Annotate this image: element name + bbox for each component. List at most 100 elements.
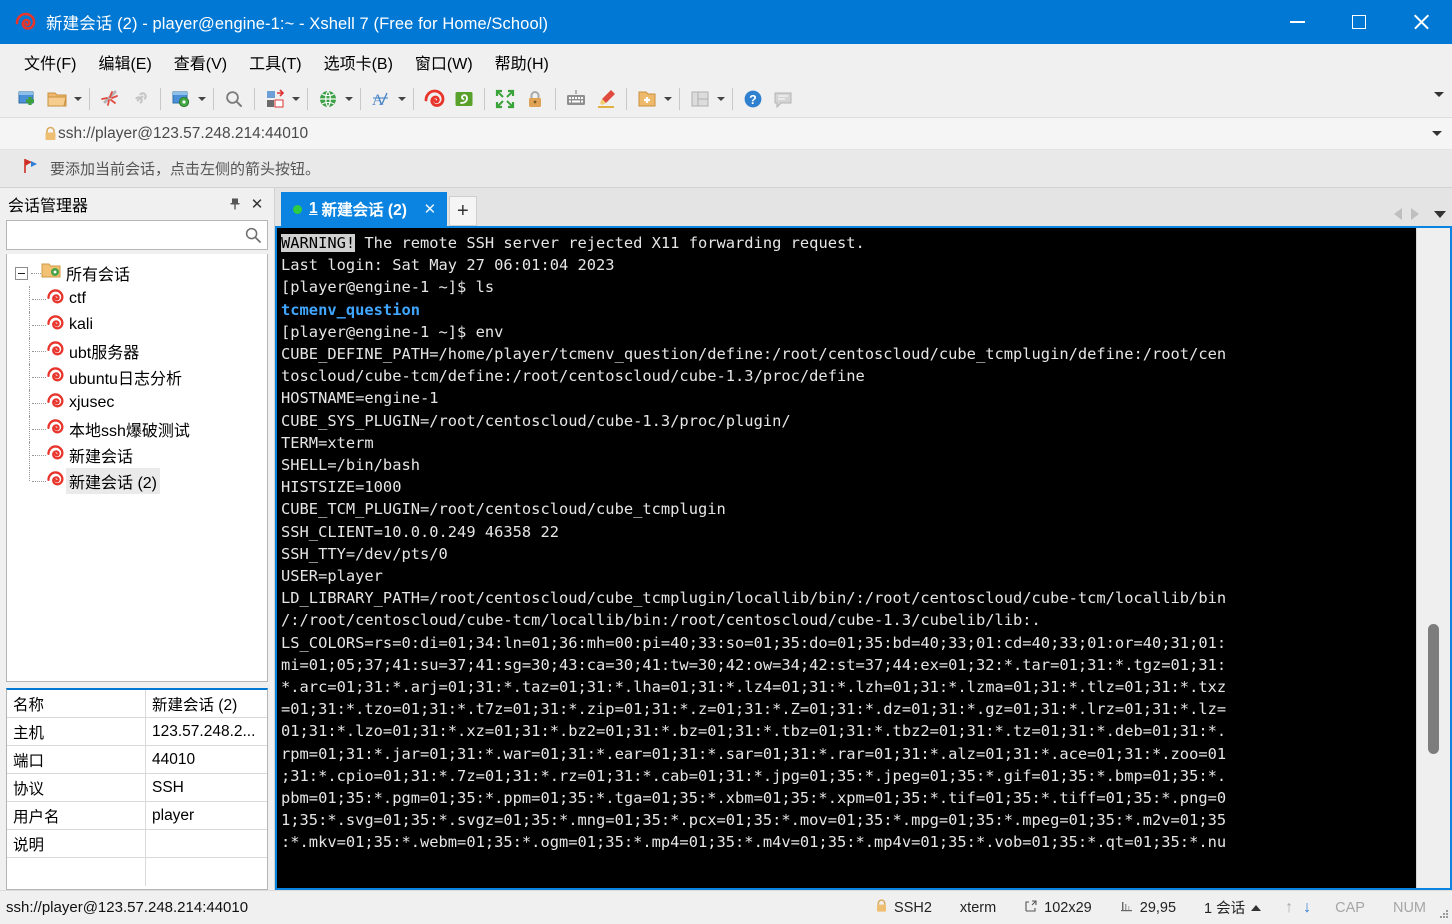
- file-transfer-icon[interactable]: [260, 84, 290, 114]
- fullscreen-icon[interactable]: [490, 84, 520, 114]
- resize-grip-icon[interactable]: [1437, 909, 1449, 921]
- toolbar-separator: [679, 87, 680, 110]
- upload-arrow-icon: ↑: [1285, 898, 1294, 916]
- help-icon[interactable]: ?: [738, 84, 768, 114]
- property-value: 新建会话 (2): [152, 696, 238, 714]
- property-key: 主机: [7, 718, 146, 745]
- tab-list-chevron-down-icon[interactable]: [1434, 210, 1446, 218]
- link-icon[interactable]: [125, 84, 155, 114]
- session-item-local-ssh-brute[interactable]: 本地ssh爆破测试: [7, 416, 267, 442]
- terminal-screen[interactable]: WARNING! The remote SSH server rejected …: [277, 228, 1416, 888]
- font-dropdown-caret[interactable]: [396, 85, 408, 113]
- pin-icon[interactable]: [224, 193, 246, 215]
- terminal-scrollbar[interactable]: [1416, 228, 1450, 888]
- keyboard-icon[interactable]: [561, 84, 591, 114]
- session-properties-dropdown-caret[interactable]: [196, 85, 208, 113]
- download-arrow-icon: ↓: [1303, 898, 1312, 916]
- status-caps-lock: CAP: [1321, 900, 1379, 916]
- folder-icon: [41, 262, 61, 284]
- xshell-window: 新建会话 (2) - player@engine-1:~ - Xshell 7 …: [0, 0, 1452, 924]
- title-bar: 新建会话 (2) - player@engine-1:~ - Xshell 7 …: [0, 0, 1452, 44]
- status-sessions-label: 1 会话: [1204, 901, 1246, 917]
- menu-tab[interactable]: 选项卡(B): [316, 47, 401, 77]
- lock-icon: [875, 898, 888, 917]
- tree-expander-icon[interactable]: [15, 266, 28, 280]
- session-item-new-session[interactable]: 新建会话: [7, 442, 267, 468]
- hint-text: 要添加当前会话，点击左侧的箭头按钮。: [50, 161, 321, 178]
- address-bar[interactable]: ssh://player@123.57.248.214:44010: [0, 118, 1452, 150]
- font-icon[interactable]: A: [366, 84, 396, 114]
- minimize-button[interactable]: [1266, 0, 1328, 44]
- status-caps-label: CAP: [1335, 899, 1365, 916]
- globe-dropdown-caret[interactable]: [343, 85, 355, 113]
- session-item-ubuntu-log[interactable]: ubuntu日志分析: [7, 364, 267, 390]
- maximize-button[interactable]: [1328, 0, 1390, 44]
- search-icon[interactable]: [219, 84, 249, 114]
- add-folder-icon[interactable]: [632, 84, 662, 114]
- search-input[interactable]: [7, 227, 267, 243]
- chat-icon[interactable]: [768, 84, 798, 114]
- tab-close-icon[interactable]: ✕: [421, 200, 439, 218]
- property-key: 说明: [7, 830, 146, 857]
- session-icon: [46, 366, 64, 389]
- table-row: 端口 44010: [7, 746, 267, 774]
- layout-dropdown-caret[interactable]: [715, 85, 727, 113]
- new-tab-button[interactable]: +: [448, 196, 477, 226]
- session-search-box[interactable]: [6, 220, 268, 250]
- add-folder-dropdown-caret[interactable]: [662, 85, 674, 113]
- tab-number: 1: [309, 200, 318, 217]
- open-folder-icon[interactable]: [42, 84, 72, 114]
- tab-new-session-2[interactable]: 1 新建会话 (2) ✕: [281, 192, 447, 226]
- session-icon: [46, 392, 64, 415]
- session-item-xjusec[interactable]: xjusec: [7, 390, 267, 416]
- open-folder-dropdown-caret[interactable]: [72, 85, 84, 113]
- svg-text:?: ?: [749, 93, 757, 107]
- tree-root-all-sessions[interactable]: 所有会话: [7, 260, 267, 286]
- session-properties-icon[interactable]: [166, 84, 196, 114]
- menu-tools[interactable]: 工具(T): [241, 47, 309, 77]
- session-icon: [46, 288, 64, 311]
- menu-file[interactable]: 文件(F): [16, 47, 84, 77]
- terminal-scrollbar-thumb[interactable]: [1428, 624, 1439, 754]
- toolbar-separator: [89, 87, 90, 110]
- xftp-icon[interactable]: [449, 84, 479, 114]
- session-item-ubt[interactable]: ubt服务器: [7, 338, 267, 364]
- chevron-up-icon[interactable]: [1251, 904, 1262, 911]
- body-row: 会话管理器 ✕ 所有会话 ctf kali ubt服务器 ubuntu日志分析 …: [0, 188, 1452, 890]
- highlight-pen-icon[interactable]: [591, 84, 621, 114]
- address-bar-dropdown-caret[interactable]: [1432, 131, 1442, 136]
- status-cursor-label: 29,95: [1139, 899, 1177, 916]
- session-icon: [46, 470, 64, 493]
- session-item-ctf[interactable]: ctf: [7, 286, 267, 312]
- menu-help[interactable]: 帮助(H): [487, 47, 557, 77]
- window-controls: [1266, 0, 1452, 44]
- toolbar-separator: [555, 87, 556, 110]
- file-transfer-dropdown-caret[interactable]: [290, 85, 302, 113]
- toolbar-overflow-caret[interactable]: [1434, 92, 1444, 97]
- new-session-icon[interactable]: [12, 84, 42, 114]
- svg-text:A: A: [372, 92, 384, 109]
- close-panel-icon[interactable]: ✕: [246, 193, 268, 215]
- disconnect-icon[interactable]: [95, 84, 125, 114]
- toolbar-separator: [413, 87, 414, 110]
- globe-icon[interactable]: [313, 84, 343, 114]
- close-button[interactable]: [1390, 0, 1452, 44]
- session-item-label: ubuntu日志分析: [69, 371, 182, 388]
- menu-window[interactable]: 窗口(W): [407, 47, 481, 77]
- xshell-icon[interactable]: [419, 84, 449, 114]
- address-bar-url: ssh://player@123.57.248.214:44010: [58, 124, 309, 142]
- status-sessions[interactable]: 1 会话: [1190, 897, 1275, 918]
- tab-scroll-left-icon[interactable]: [1394, 208, 1402, 220]
- property-key: [7, 858, 146, 886]
- layout-icon[interactable]: [685, 84, 715, 114]
- search-icon[interactable]: [244, 226, 262, 249]
- menu-view[interactable]: 查看(V): [166, 47, 235, 77]
- menu-edit[interactable]: 编辑(E): [90, 47, 159, 77]
- lock-icon[interactable]: [520, 84, 550, 114]
- session-item-kali[interactable]: kali: [7, 312, 267, 338]
- session-manager-panel: 会话管理器 ✕ 所有会话 ctf kali ubt服务器 ubuntu日志分析 …: [0, 188, 275, 890]
- terminal-warning-badge: WARNING!: [281, 234, 356, 252]
- tab-scroll-right-icon[interactable]: [1411, 208, 1419, 220]
- session-item-new-session-2[interactable]: 新建会话 (2): [7, 468, 267, 494]
- terminal-line-5: [player@engine-1 ~]$ env: [281, 322, 504, 341]
